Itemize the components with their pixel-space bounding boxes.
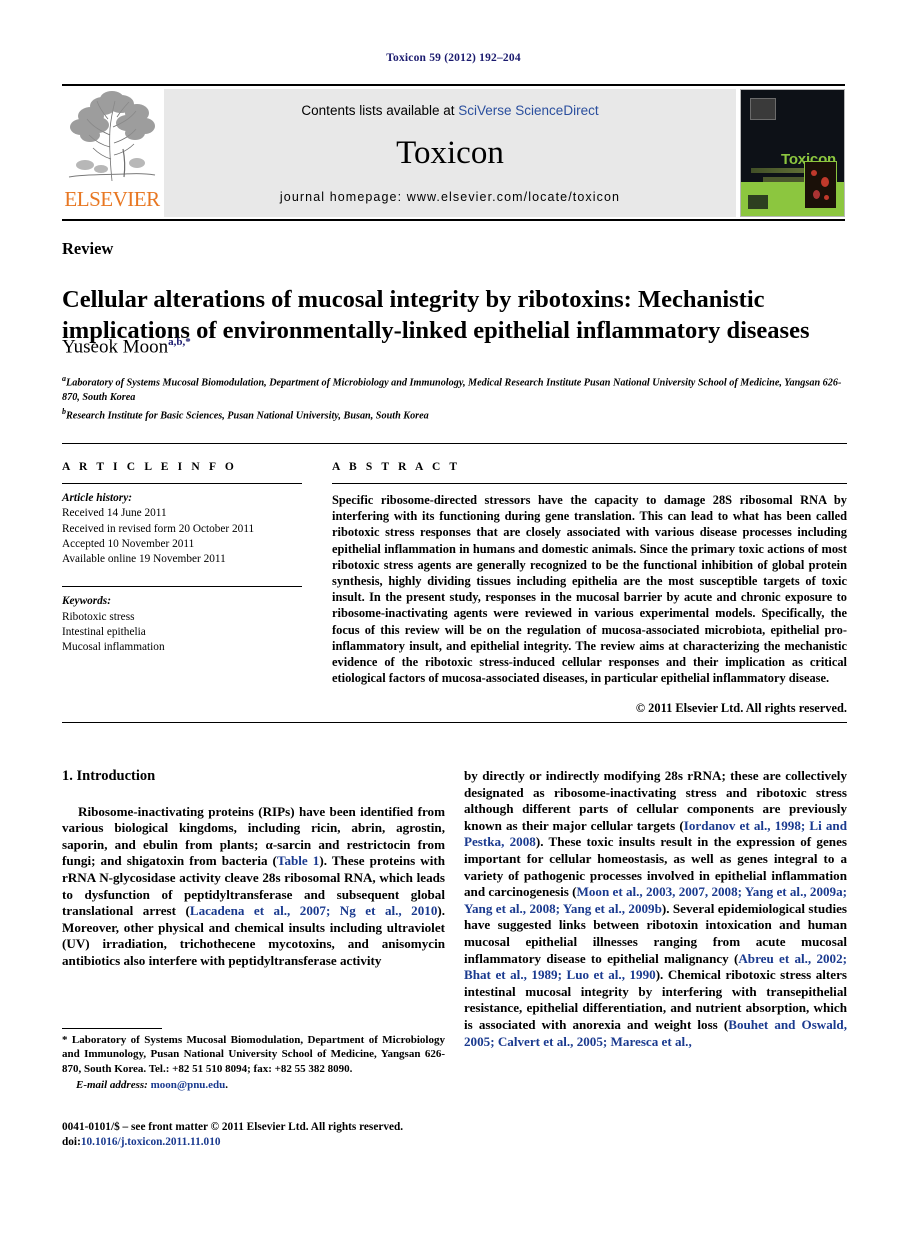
keywords-label: Keywords: <box>62 595 111 608</box>
history-item: Accepted 10 November 2011 <box>62 537 195 550</box>
info-abstract-panel: A R T I C L E I N F O Article history: R… <box>62 443 847 723</box>
history-item: Received in revised form 20 October 2011 <box>62 522 255 535</box>
abstract-column: A B S T R A C T Specific ribosome-direct… <box>332 444 847 722</box>
issn-front-matter: 0041-0101/$ – see front matter © 2011 El… <box>62 1121 404 1133</box>
elsevier-tree-icon <box>68 91 156 182</box>
article-type-label: Review <box>62 239 114 258</box>
email-address-link[interactable]: moon@pnu.edu <box>151 1079 226 1091</box>
email-suffix: . <box>225 1079 229 1092</box>
history-item: Available online 19 November 2011 <box>62 553 226 566</box>
keyword-item: Mucosal inflammation <box>62 641 165 654</box>
journal-title: Toxicon <box>396 135 504 171</box>
doi-label: doi: <box>62 1136 81 1148</box>
body-column-right: by directly or indirectly modifying 28s … <box>464 768 847 1050</box>
citation-table-1[interactable]: Table 1 <box>277 853 319 868</box>
article-history-block: Article history: Received 14 June 2011 R… <box>62 484 302 567</box>
homepage-prefix: journal homepage: <box>279 190 407 204</box>
affiliation-b-text: Research Institute for Basic Sciences, P… <box>66 410 429 422</box>
journal-article-page: Toxicon 59 (2012) 192–204 ELSEVIER Conte… <box>0 0 907 1238</box>
abstract-heading: A B S T R A C T <box>332 461 461 473</box>
author-name: Yuseok Moon <box>62 336 169 358</box>
keywords-block: Keywords: Ribotoxic stress Intestinal ep… <box>62 587 302 655</box>
journal-band: Contents lists available at SciVerse Sci… <box>164 89 736 217</box>
intro-paragraph-left: Ribosome-inactivating proteins (RIPs) ha… <box>62 804 445 970</box>
journal-homepage-line: journal homepage: www.elsevier.com/locat… <box>164 190 736 204</box>
cover-stamp-icon <box>750 98 776 120</box>
article-info-heading: A R T I C L E I N F O <box>62 461 237 473</box>
contents-prefix: Contents lists available at <box>301 103 459 118</box>
affiliation-b: bResearch Institute for Basic Sciences, … <box>62 405 847 424</box>
abstract-text: Specific ribosome-directed stressors hav… <box>332 493 847 686</box>
body-column-left: 1. Introduction Ribosome-inactivating pr… <box>62 768 445 970</box>
keyword-item: Intestinal epithelia <box>62 626 146 639</box>
doi-link[interactable]: 10.1016/j.toxicon.2011.11.010 <box>81 1136 221 1148</box>
homepage-url[interactable]: www.elsevier.com/locate/toxicon <box>407 190 620 204</box>
footnote-divider <box>62 1028 162 1029</box>
citation-lacadena-ng[interactable]: Lacadena et al., 2007; Ng et al., 2010 <box>190 903 438 918</box>
contents-available-line: Contents lists available at SciVerse Sci… <box>164 103 736 118</box>
keyword-item: Ribotoxic stress <box>62 610 135 623</box>
article-info-column: A R T I C L E I N F O Article history: R… <box>62 444 302 722</box>
intro-paragraph-right: by directly or indirectly modifying 28s … <box>464 768 847 1050</box>
sciencedirect-link[interactable]: SciVerse ScienceDirect <box>458 103 598 118</box>
email-address-label: E-mail address: <box>76 1079 148 1092</box>
section-title-introduction: 1. Introduction <box>62 768 156 784</box>
abstract-copyright: © 2011 Elsevier Ltd. All rights reserved… <box>635 701 847 716</box>
elsevier-logo: ELSEVIER <box>62 89 162 217</box>
corresponding-author-footnote: * Laboratory of Systems Mucosal Biomodul… <box>62 1033 445 1093</box>
elsevier-wordmark: ELSEVIER <box>64 187 160 211</box>
history-item: Received 14 June 2011 <box>62 507 167 520</box>
article-history-label: Article history: <box>62 492 132 504</box>
footnote-email-line: E-mail address: moon@pnu.edu. <box>62 1078 445 1092</box>
affiliation-block: aLaboratory of Systems Mucosal Biomodula… <box>62 372 847 424</box>
footnote-address: * Laboratory of Systems Mucosal Biomodul… <box>62 1034 445 1075</box>
author-list: Yuseok Moona,b,* <box>62 336 191 358</box>
journal-cover-thumbnail[interactable]: Toxicon <box>740 89 845 217</box>
imprint-block: 0041-0101/$ – see front matter © 2011 El… <box>62 1120 462 1150</box>
running-head: Toxicon 59 (2012) 192–204 <box>386 52 521 64</box>
affiliation-a-text: Laboratory of Systems Mucosal Biomodulat… <box>62 377 842 403</box>
cover-photo-inset <box>804 161 837 209</box>
cover-elsevier-mark <box>748 195 768 209</box>
affiliation-a: aLaboratory of Systems Mucosal Biomodula… <box>62 372 847 405</box>
author-affiliation-marks[interactable]: a,b,* <box>168 336 191 348</box>
doi-line: doi:10.1016/j.toxicon.2011.11.010 <box>62 1135 462 1150</box>
journal-masthead: ELSEVIER Contents lists available at Sci… <box>62 84 845 221</box>
